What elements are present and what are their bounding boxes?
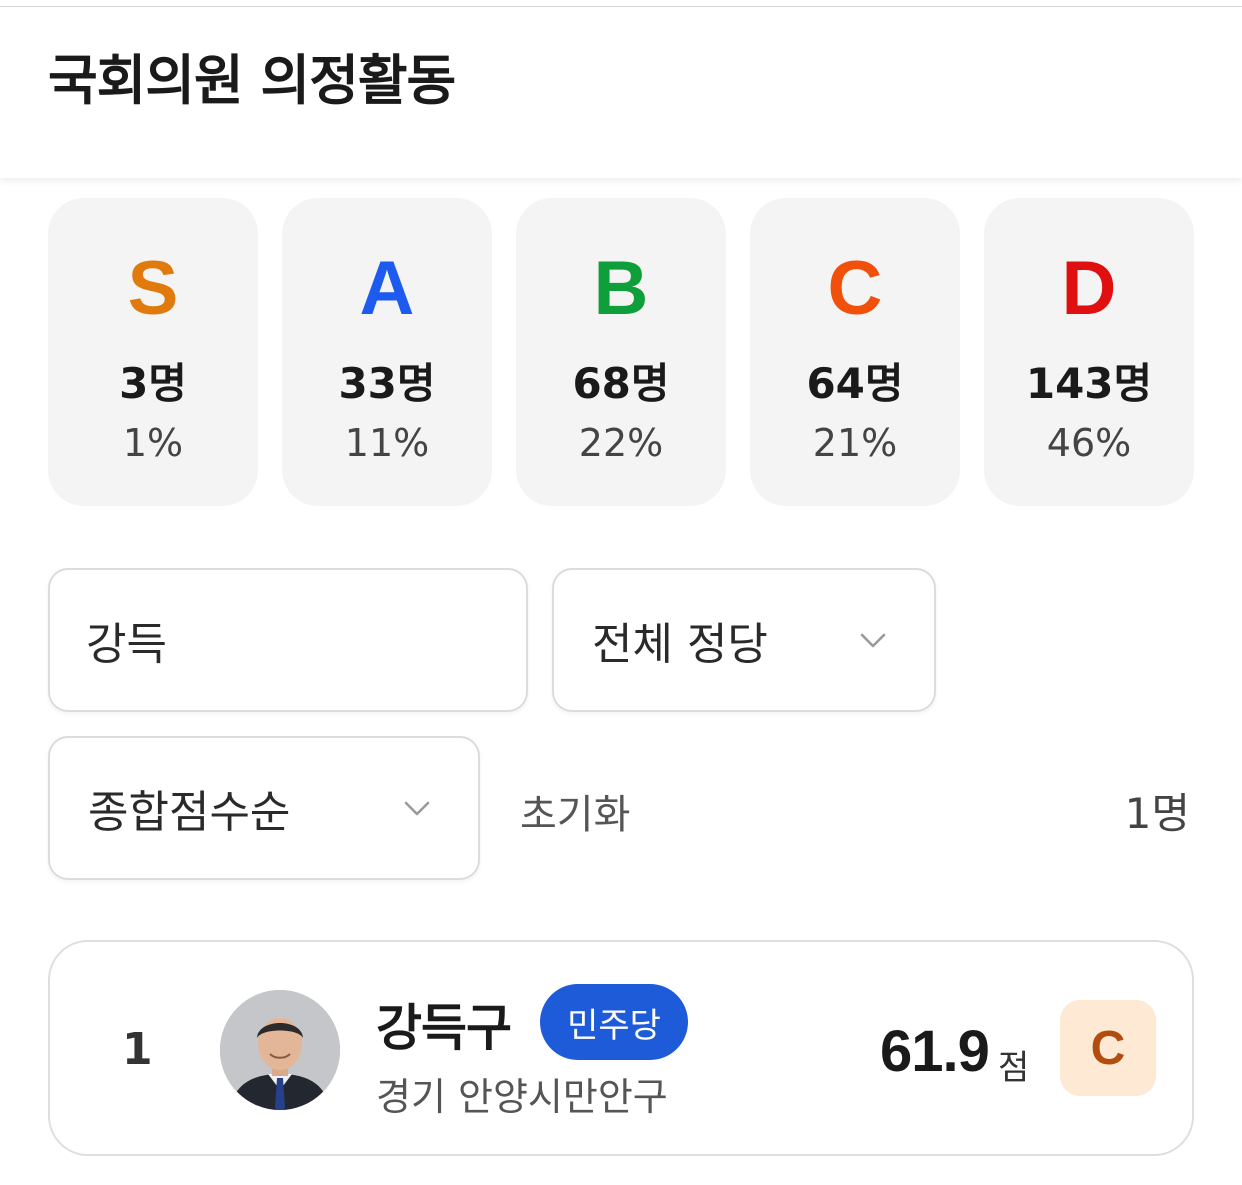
- grade-count: 143명: [1025, 359, 1153, 408]
- member-name: 강득구: [376, 999, 512, 1057]
- search-input[interactable]: [86, 570, 486, 710]
- grade-letter: B: [593, 246, 649, 331]
- member-district: 경기 안양시만안구: [376, 1075, 668, 1119]
- grade-count: 64명: [806, 359, 904, 408]
- grade-letter: C: [827, 246, 883, 331]
- top-edge-divider: [0, 0, 1242, 7]
- grade-letter: A: [359, 246, 415, 331]
- avatar: [220, 990, 340, 1110]
- list-item[interactable]: 1 강득구 민주당 경기 안양시만안구 61.9 점 C: [48, 940, 1194, 1156]
- grade-letter: S: [127, 246, 179, 331]
- grade-letter: D: [1061, 246, 1117, 331]
- chevron-down-icon: [860, 633, 886, 648]
- chevron-down-icon: [404, 801, 430, 816]
- result-count: 1명: [1124, 789, 1190, 838]
- grade-percent: 1%: [122, 421, 184, 465]
- party-select[interactable]: 전체 정당: [552, 568, 936, 712]
- member-photo: [220, 990, 340, 1110]
- grade-count: 33명: [338, 359, 436, 408]
- grade-count: 3명: [119, 359, 187, 408]
- search-field[interactable]: [48, 568, 528, 712]
- grade-percent: 22%: [578, 421, 664, 465]
- reset-button[interactable]: 초기화: [520, 782, 630, 840]
- rank-number: 1: [122, 1024, 153, 1075]
- grade-percent: 46%: [1046, 421, 1132, 465]
- grade-summary: S 3명 1% A 33명 11% B 68명 22% C 64명 21% D …: [48, 198, 1194, 508]
- grade-percent: 11%: [344, 421, 430, 465]
- score-unit: 점: [998, 1048, 1030, 1088]
- party-badge: 민주당: [540, 984, 688, 1060]
- grade-card-c[interactable]: C 64명 21%: [750, 198, 960, 506]
- page-header: 국회의원 의정활동: [0, 8, 1242, 178]
- page-title: 국회의원 의정활동: [48, 49, 456, 112]
- party-select-value: 전체 정당: [592, 619, 768, 670]
- grade-percent: 21%: [812, 421, 898, 465]
- grade-card-b[interactable]: B 68명 22%: [516, 198, 726, 506]
- sort-select-value: 종합점수순: [88, 787, 291, 838]
- grade-badge: C: [1060, 1000, 1156, 1096]
- grade-card-a[interactable]: A 33명 11%: [282, 198, 492, 506]
- grade-count: 68명: [572, 359, 670, 408]
- total-score: 61.9: [880, 1019, 990, 1084]
- grade-card-s[interactable]: S 3명 1%: [48, 198, 258, 506]
- sort-select[interactable]: 종합점수순: [48, 736, 480, 880]
- grade-card-d[interactable]: D 143명 46%: [984, 198, 1194, 506]
